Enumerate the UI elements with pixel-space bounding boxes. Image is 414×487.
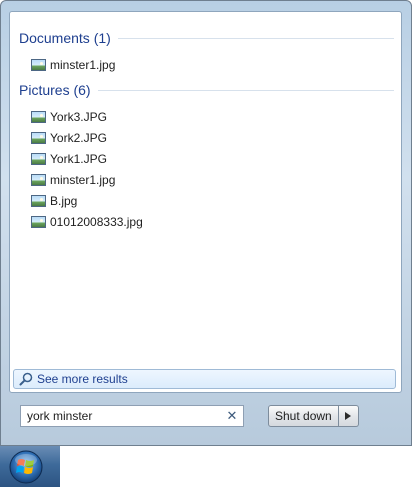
result-item-b[interactable]: B.jpg — [31, 190, 143, 211]
result-item-01012008333[interactable]: 01012008333.jpg — [31, 211, 143, 232]
search-input[interactable] — [21, 407, 224, 425]
image-file-icon — [31, 194, 46, 207]
windows-logo-icon[interactable] — [8, 449, 44, 485]
result-item-label: York2.JPG — [50, 130, 107, 145]
result-item-label: minster1.jpg — [50, 57, 116, 72]
result-item-label: York3.JPG — [50, 109, 107, 124]
result-item-pictures-minster1[interactable]: minster1.jpg — [31, 169, 143, 190]
shutdown-options-button[interactable] — [338, 405, 359, 427]
group-header-pictures[interactable]: Pictures (6) — [19, 80, 394, 100]
result-item-york1[interactable]: York1.JPG — [31, 148, 143, 169]
see-more-results-label: See more results — [37, 372, 128, 386]
see-more-results-button[interactable]: See more results — [13, 369, 396, 389]
group-header-documents[interactable]: Documents (1) — [19, 28, 394, 48]
search-results-pane: Documents (1) minster1.jpg Pictures (6) … — [9, 11, 402, 393]
image-file-icon — [31, 131, 46, 144]
group-title-documents: Documents (1) — [19, 30, 111, 46]
chevron-right-icon — [345, 412, 352, 420]
clear-icon[interactable]: ✕ — [224, 408, 240, 424]
image-file-icon — [31, 58, 46, 71]
result-item-label: York1.JPG — [50, 151, 107, 166]
result-item-york2[interactable]: York2.JPG — [31, 127, 143, 148]
result-item-documents-minster1[interactable]: minster1.jpg — [31, 54, 115, 75]
search-box: ✕ — [20, 405, 244, 427]
image-file-icon — [31, 110, 46, 123]
group-divider — [117, 37, 394, 39]
result-item-york3[interactable]: York3.JPG — [31, 106, 143, 127]
result-item-label: minster1.jpg — [50, 172, 116, 187]
result-item-label: 01012008333.jpg — [50, 214, 143, 229]
shutdown-group: Shut down — [268, 405, 359, 427]
image-file-icon — [31, 152, 46, 165]
start-menu: Documents (1) minster1.jpg Pictures (6) … — [0, 0, 412, 446]
image-file-icon — [31, 173, 46, 186]
documents-result-list: minster1.jpg — [31, 54, 115, 75]
group-divider — [97, 89, 394, 91]
shutdown-button[interactable]: Shut down — [268, 405, 339, 427]
group-title-pictures: Pictures (6) — [19, 82, 91, 98]
result-item-label: B.jpg — [50, 193, 78, 208]
taskbar — [0, 446, 60, 487]
pictures-result-list: York3.JPG York2.JPG York1.JPG minster1.j… — [31, 106, 143, 232]
search-icon — [19, 372, 33, 386]
image-file-icon — [31, 215, 46, 228]
